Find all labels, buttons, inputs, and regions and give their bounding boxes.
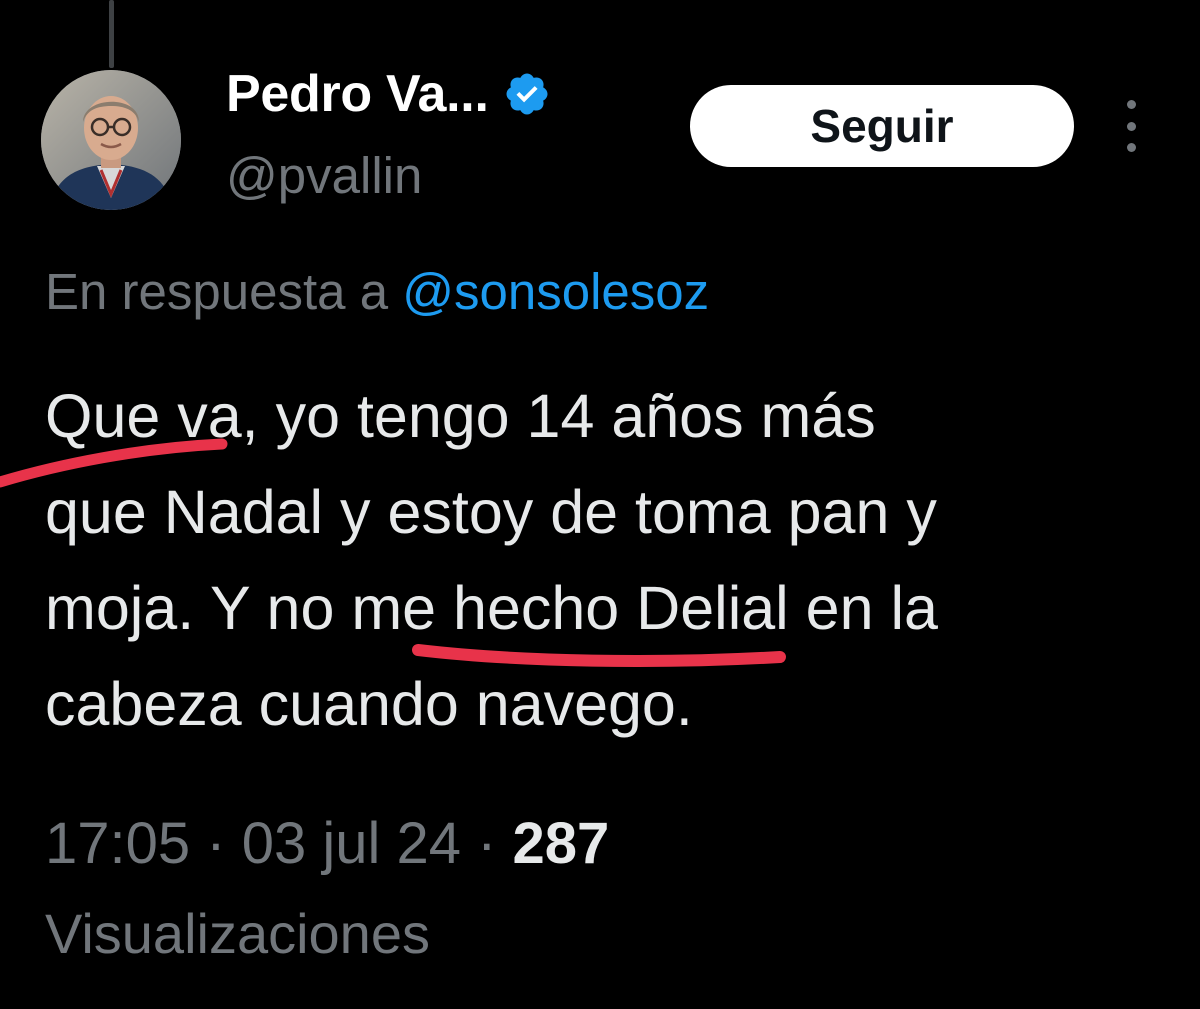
tweet-text-line: moja. Y no me hecho Delial en la [45,574,938,642]
views-count[interactable]: 287 [513,811,610,876]
tweet-date[interactable]: 03 jul 24 [242,811,461,876]
ellipsis-dot [1126,121,1136,131]
tweet-time[interactable]: 17:05 [45,811,190,876]
follow-button[interactable]: Seguir [690,85,1074,167]
author-name-text[interactable]: Pedro Va... [226,64,489,124]
ellipsis-dot [1126,100,1136,109]
author-display-name[interactable]: Pedro Va... [226,62,551,126]
thread-connector-line [109,0,114,68]
meta-separator: · [190,811,242,876]
reply-context-prefix: En respuesta a [45,263,389,320]
tweet-metadata: 17:05 · 03 jul 24 · 287 [45,805,609,883]
author-handle[interactable]: @pvallin [226,146,422,205]
reply-context: En respuesta a @sonsolesoz [45,262,709,321]
reply-mention-link[interactable]: @sonsolesoz [402,263,709,320]
tweet-text-line: Que va, yo tengo 14 años más [45,382,876,450]
views-label[interactable]: Visualizaciones [45,895,430,973]
tweet-text-line: cabeza cuando navego. [45,670,693,738]
verified-badge-icon [506,73,548,115]
meta-separator: · [461,811,513,876]
author-avatar[interactable] [41,70,181,210]
vertical-ellipsis-icon[interactable] [1116,100,1146,152]
tweet-body: Que va, yo tengo 14 años más que Nadal y… [45,368,1165,752]
tweet-text-line: que Nadal y estoy de toma pan y [45,478,937,546]
profile-photo-icon [41,70,181,210]
ellipsis-dot [1126,143,1136,152]
